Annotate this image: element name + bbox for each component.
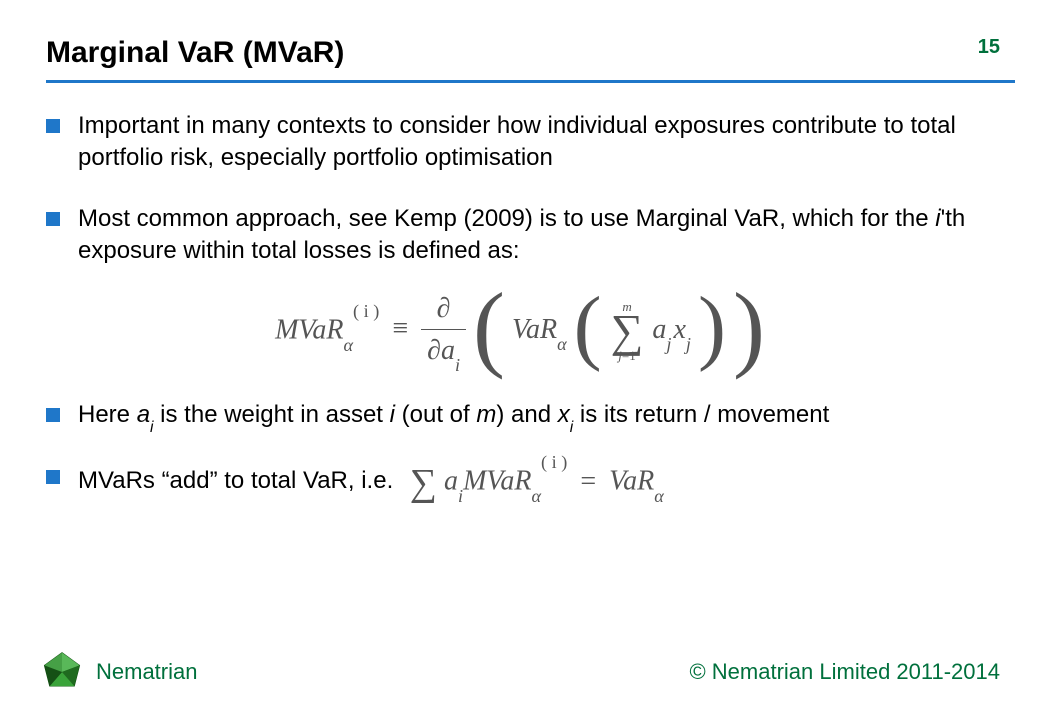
eq-xj-sub: j	[686, 334, 691, 354]
page-number: 15	[978, 36, 1000, 59]
b3-mid2: (out of	[395, 401, 476, 428]
eq-partial-num: ∂	[421, 290, 466, 330]
eq-aj: a	[652, 314, 666, 345]
b3-post: is its return / movement	[573, 401, 829, 428]
b3-ai-sub: i	[150, 419, 153, 436]
eq-mvar-sup-i: ( i )	[353, 301, 379, 321]
eq2-ai-sub: i	[458, 486, 463, 506]
bullet-2-text: Most common approach, see Kemp (2009) is…	[78, 203, 994, 268]
footer-copyright: © Nematrian Limited 2011-2014	[689, 659, 1000, 685]
eq-mvar: MVaRα( i )	[275, 310, 379, 351]
title-underline	[46, 80, 1015, 83]
sigma-icon: ∑	[611, 313, 644, 350]
b3-xi-sub: i	[570, 419, 573, 436]
b3-pre: Here	[78, 401, 137, 428]
equation-mvar-sum: ∑ aiMVaRα( i ) = VaRα	[410, 461, 664, 502]
bullet-2-pre: Most common approach, see Kemp (2009) is…	[78, 205, 935, 232]
slide-title: Marginal VaR (MVaR)	[46, 36, 994, 70]
b3-mid1: is the weight in asset	[154, 401, 390, 428]
nematrian-logo-icon	[40, 650, 84, 694]
footer-left: Nematrian	[40, 650, 197, 694]
bullet-2: Most common approach, see Kemp (2009) is…	[46, 203, 994, 268]
bullet-1-text: Important in many contexts to consider h…	[78, 110, 994, 175]
bullet-4-text: MVaRs “add” to total VaR, i.e. ∑ aiMVaRα…	[78, 461, 994, 502]
bullet-marker-icon	[46, 212, 60, 226]
b3-mid3: ) and	[496, 401, 557, 428]
header: Marginal VaR (MVaR)	[46, 36, 994, 70]
eq-var-text: VaR	[512, 314, 557, 345]
eq2-mvar-alpha: α	[532, 486, 542, 506]
eq-aj-sub: j	[666, 334, 671, 354]
eq-equiv: ≡	[386, 313, 414, 344]
eq2-ai: a	[444, 466, 458, 497]
eq-mvar-alpha: α	[344, 335, 354, 355]
eq-partial-den-d: ∂	[427, 335, 441, 366]
eq2-mvar: MVaR	[463, 466, 531, 497]
eq-partial-den: ∂ai	[421, 329, 466, 372]
eq-partial-fraction: ∂ ∂ai	[421, 290, 466, 373]
bullet-4: MVaRs “add” to total VaR, i.e. ∑ aiMVaRα…	[46, 461, 994, 502]
eq-sum-bot-eq1: =1	[622, 348, 636, 363]
bullet-marker-icon	[46, 470, 60, 484]
eq2-var-alpha: α	[654, 486, 664, 506]
slide: Marginal VaR (MVaR) 15 Important in many…	[0, 0, 1040, 720]
eq-aj-xj: ajxj	[652, 311, 691, 351]
eq-xj: x	[671, 314, 685, 345]
b3-m: m	[476, 401, 496, 428]
b4-pre: MVaRs “add” to total VaR, i.e.	[78, 467, 393, 494]
slide-body: Important in many contexts to consider h…	[46, 110, 994, 531]
bullet-3-text: Here ai is the weight in asset i (out of…	[78, 399, 994, 434]
eq-var: VaRα	[512, 311, 567, 351]
footer-brand: Nematrian	[96, 659, 197, 685]
footer: Nematrian © Nematrian Limited 2011-2014	[40, 650, 1000, 694]
eq-partial-den-a-sub: i	[455, 355, 460, 375]
eq-mvar-text: MVaR	[275, 315, 343, 346]
equation-main: MVaRα( i ) ≡ ∂ ∂ai ( VaRα ( m ∑ j=1	[275, 290, 765, 373]
sigma-inline-icon: ∑	[410, 462, 437, 504]
b3-ai: a	[137, 401, 150, 428]
eq2-equals: =	[574, 466, 602, 497]
b3-xi: x	[558, 401, 570, 428]
bullet-marker-icon	[46, 119, 60, 133]
equation-mvar-definition: MVaRα( i ) ≡ ∂ ∂ai ( VaRα ( m ∑ j=1	[46, 290, 994, 373]
bullet-marker-icon	[46, 408, 60, 422]
eq2-mvar-sup: ( i )	[541, 452, 567, 472]
bullet-1: Important in many contexts to consider h…	[46, 110, 994, 175]
eq-partial-den-a: a	[441, 335, 455, 366]
eq-var-alpha: α	[557, 334, 567, 354]
eq2-var: VaR	[609, 466, 654, 497]
bullet-3: Here ai is the weight in asset i (out of…	[46, 399, 994, 434]
eq-summation: m ∑ j=1	[611, 300, 644, 363]
